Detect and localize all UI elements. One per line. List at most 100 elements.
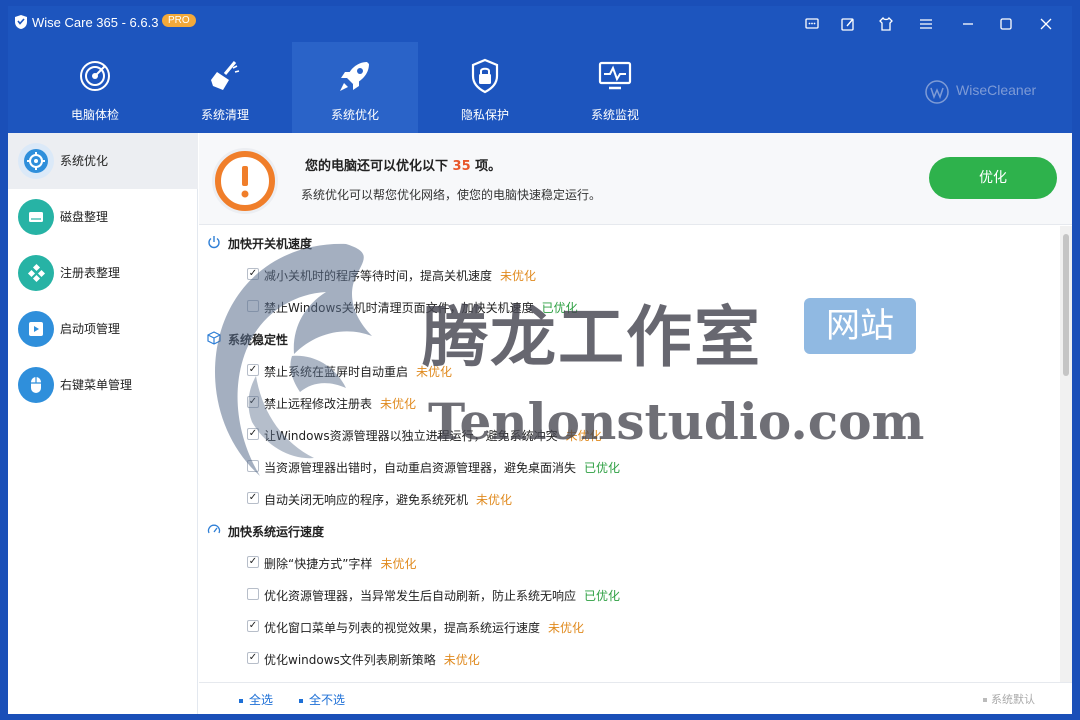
brand-name: WiseCleaner	[956, 82, 1037, 98]
item-checkbox[interactable]: ✓	[247, 428, 259, 440]
summary-title-suffix: 项。	[475, 159, 502, 174]
sidebar-item-label: 注册表整理	[60, 266, 121, 280]
power-icon	[208, 236, 220, 249]
section-title: 加快系统运行速度	[228, 525, 325, 539]
item-checkbox[interactable]	[247, 588, 259, 600]
item-label: 减小关机时的程序等待时间，提高关机速度 未优化	[264, 269, 537, 283]
sidebar-item-label: 系统优化	[60, 154, 109, 168]
sidebar: 系统优化 磁盘整理 注册表整理 启动项管理 右键菜单管理	[8, 133, 198, 714]
sidebar-item-label: 磁盘整理	[60, 210, 109, 224]
broom-icon	[211, 61, 240, 90]
list-item: 当资源管理器出错时，自动重启资源管理器，避免桌面消失 已优化	[199, 450, 1059, 482]
mouse-icon	[18, 367, 54, 403]
summary-title: 您的电脑还可以优化以下 35 项。	[305, 155, 501, 174]
section-title: 加快开关机速度	[228, 237, 313, 251]
item-label: 当资源管理器出错时，自动重启资源管理器，避免桌面消失 已优化	[264, 461, 621, 475]
play-icon	[18, 311, 54, 347]
rocket-icon	[340, 62, 369, 91]
list-item: ✓ 自动关闭无响应的程序，避免系统死机 未优化	[199, 482, 1059, 514]
tshirt-icon[interactable]	[876, 14, 896, 34]
list-item: ✓ 让Windows资源管理器以独立进程运行，避免系统冲突 未优化	[199, 418, 1059, 450]
select-none-link[interactable]: 全不选	[299, 691, 345, 708]
list-item: 禁止Windows关机时清理页面文件，加快关机速度 已优化	[199, 290, 1059, 322]
edit-icon[interactable]	[838, 14, 858, 34]
list-item: 优化资源管理器，当异常发生后自动刷新，防止系统无响应 已优化	[199, 578, 1059, 610]
app-shield-icon	[15, 15, 27, 29]
speedometer-icon	[207, 524, 221, 534]
list-footer: 全选 全不选 系统默认	[199, 682, 1072, 714]
main-nav: 电脑体检 系统清理 系统优化 隐私保护 系统监视 WiseCleaner	[8, 42, 1072, 133]
pro-badge: PRO	[162, 14, 196, 27]
sidebar-item-optimize[interactable]: 系统优化	[8, 133, 198, 189]
status-badge: 未优化	[548, 621, 585, 635]
sidebar-item-defrag[interactable]: 磁盘整理	[8, 189, 198, 245]
item-label: 优化窗口菜单与列表的视觉效果，提高系统运行速度 未优化	[264, 621, 585, 635]
sidebar-item-label: 启动项管理	[60, 322, 121, 336]
section-header: 系统稳定性	[199, 322, 1059, 354]
status-badge: 未优化	[416, 365, 453, 379]
system-default-link[interactable]: 系统默认	[983, 691, 1035, 707]
app-title: Wise Care 365 - 6.6.3	[32, 15, 159, 30]
scroll-thumb[interactable]	[1063, 234, 1069, 376]
item-label: 优化资源管理器，当异常发生后自动刷新，防止系统无响应 已优化	[264, 589, 621, 603]
item-label: 禁止远程修改注册表 未优化	[264, 397, 417, 411]
item-checkbox[interactable]	[247, 300, 259, 312]
bullet-icon	[239, 698, 243, 703]
item-label: 删除“快捷方式”字样 未优化	[264, 557, 417, 571]
sidebar-item-context-menu[interactable]: 右键菜单管理	[8, 357, 198, 413]
list-scrollbar[interactable]	[1060, 226, 1072, 682]
list-item: ✓ 禁止系统在蓝屏时自动重启 未优化	[199, 354, 1059, 386]
section-header: 加快开关机速度	[199, 226, 1059, 258]
main-content: 您的电脑还可以优化以下 35 项。 系统优化可以帮您优化网络，使您的电脑快速稳定…	[199, 133, 1072, 714]
sidebar-item-registry[interactable]: 注册表整理	[8, 245, 198, 301]
minimize-icon[interactable]	[958, 14, 978, 34]
item-label: 自动关闭无响应的程序，避免系统死机 未优化	[264, 493, 513, 507]
status-badge: 已优化	[541, 301, 578, 315]
disk-icon	[18, 199, 54, 235]
menu-icon[interactable]	[916, 14, 936, 34]
status-badge: 未优化	[500, 269, 537, 283]
sidebar-item-startup[interactable]: 启动项管理	[8, 301, 198, 357]
app-window: Wise Care 365 - 6.6.3 PRO 电脑体检 系统清理 系统优化…	[8, 6, 1072, 714]
title-bar: Wise Care 365 - 6.6.3 PRO	[8, 6, 1072, 42]
gear-icon	[18, 143, 54, 179]
item-checkbox[interactable]: ✓	[247, 620, 259, 632]
status-badge: 未优化	[380, 557, 417, 571]
summary-header: 您的电脑还可以优化以下 35 项。 系统优化可以帮您优化网络，使您的电脑快速稳定…	[199, 133, 1072, 225]
nav-item-optimize[interactable]: 系统优化	[292, 42, 418, 133]
status-badge: 未优化	[380, 397, 417, 411]
status-badge: 未优化	[476, 493, 513, 507]
item-label: 禁止Windows关机时清理页面文件，加快关机速度 已优化	[264, 301, 578, 315]
summary-title-prefix: 您的电脑还可以优化以下	[305, 159, 449, 174]
item-checkbox[interactable]: ✓	[247, 396, 259, 408]
item-checkbox[interactable]: ✓	[247, 268, 259, 280]
monitor-pulse-icon	[598, 61, 632, 90]
summary-description: 系统优化可以帮您优化网络，使您的电脑快速稳定运行。	[301, 188, 602, 202]
nav-label: 系统优化	[330, 108, 379, 122]
item-checkbox[interactable]: ✓	[247, 556, 259, 568]
item-checkbox[interactable]	[247, 460, 259, 472]
close-icon[interactable]	[1036, 14, 1056, 34]
item-label: 让Windows资源管理器以独立进程运行，避免系统冲突 未优化	[264, 429, 602, 443]
list-item: ✓ 优化windows文件列表刷新策略 未优化	[199, 642, 1059, 674]
optimize-button[interactable]: 优化	[929, 157, 1057, 199]
item-checkbox[interactable]: ✓	[247, 652, 259, 664]
bullet-icon	[983, 698, 987, 702]
maximize-icon[interactable]	[996, 14, 1016, 34]
chat-icon[interactable]	[802, 14, 822, 34]
bullet-icon	[299, 698, 303, 703]
item-label: 优化windows文件列表刷新策略 未优化	[264, 653, 480, 667]
lock-icon	[471, 58, 499, 94]
section-header: 加快系统运行速度	[199, 514, 1059, 546]
item-checkbox[interactable]: ✓	[247, 364, 259, 376]
wisecleaner-logo-icon	[925, 80, 949, 104]
registry-icon	[18, 255, 54, 291]
select-all-link[interactable]: 全选	[239, 691, 273, 708]
nav-label: 隐私保护	[460, 108, 509, 122]
item-label: 禁止系统在蓝屏时自动重启 未优化	[264, 365, 453, 379]
item-checkbox[interactable]: ✓	[247, 492, 259, 504]
warning-icon	[212, 148, 278, 214]
list-item: ✓ 减小关机时的程序等待时间，提高关机速度 未优化	[199, 258, 1059, 290]
list-item: ✓ 禁止远程修改注册表 未优化	[199, 386, 1059, 418]
optimization-list: 加快开关机速度 ✓ 减小关机时的程序等待时间，提高关机速度 未优化 禁止Windo…	[199, 226, 1059, 682]
